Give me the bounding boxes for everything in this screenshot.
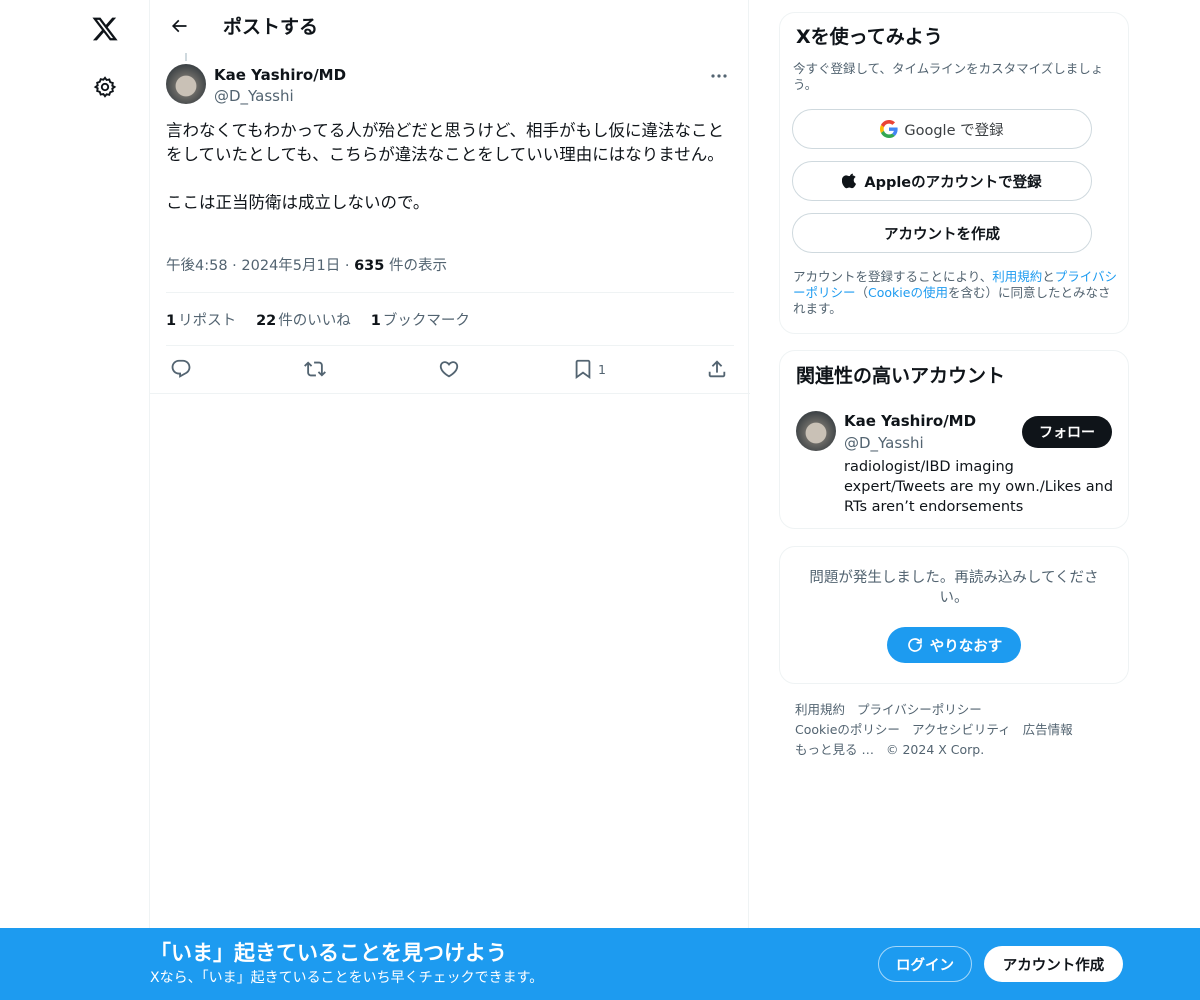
share-button[interactable] (706, 356, 728, 382)
retry-label: やりなおす (929, 638, 1003, 655)
legal-and: と (1042, 269, 1055, 284)
reply-button[interactable] (170, 356, 192, 382)
related-account-bio: radiologist/IBD imaging expert/Tweets ar… (844, 459, 1114, 515)
terms-link[interactable]: 利用規約 (992, 269, 1042, 284)
likes-count: 22 (256, 313, 277, 329)
meta-separator: · (340, 258, 355, 274)
thread-line (185, 53, 187, 61)
apple-signup-label: Appleのアカウントで登録 (864, 174, 1042, 191)
refresh-icon (907, 638, 922, 652)
page-title: ポストする (223, 16, 319, 38)
related-account-name[interactable]: Kae Yashiro/MD (844, 411, 976, 431)
arrow-left-icon (171, 19, 187, 33)
post-meta: 午後4:58 · 2024年5月1日 · 635 件の表示 (166, 256, 447, 276)
related-accounts-card: 関連性の高いアカウント Kae Yashiro/MD @D_Yasshi フォロ… (779, 350, 1129, 529)
bookmarks-count: 1 (370, 313, 381, 329)
reposts-count: 1 (166, 313, 177, 329)
author-name[interactable]: Kae Yashiro/MD (214, 65, 346, 85)
footer-links: 利用規約 プライバシーポリシー Cookieのポリシー アクセシビリティ 広告情報 も… (795, 700, 1115, 760)
avatar[interactable] (796, 411, 836, 451)
apple-icon (842, 173, 857, 189)
banner-subtitle: Xなら、「いま」起きていることをいち早くチェックできます。 (150, 970, 544, 986)
cookie-link[interactable]: Cookieの使用 (868, 285, 948, 300)
footer-accessibility-link[interactable]: アクセシビリティ (912, 722, 1011, 737)
banner-title: 「いま」起きていることを見つけよう (150, 941, 507, 965)
likes-stat[interactable]: 22 件のいいね (256, 309, 351, 329)
legal-prefix: アカウントを登録することにより、 (793, 269, 993, 284)
login-button[interactable]: ログイン (878, 946, 972, 982)
x-logo-icon[interactable] (84, 8, 126, 50)
author-handle[interactable]: @D_Yasshi (214, 86, 294, 106)
divider (166, 345, 734, 346)
repost-icon (304, 361, 326, 377)
signup-button[interactable]: アカウント作成 (984, 946, 1123, 982)
reply-icon (171, 359, 191, 378)
related-account-handle[interactable]: @D_Yasshi (844, 433, 924, 453)
signup-title: Xを使ってみよう (796, 26, 943, 48)
google-icon (880, 120, 898, 138)
footer-cookie-link[interactable]: Cookieのポリシー (795, 722, 900, 737)
post-stats: 1 リポスト 22 件のいいね 1 ブックマーク (166, 309, 470, 329)
repost-button[interactable] (304, 356, 326, 382)
views-label: 件の表示 (384, 258, 447, 274)
reposts-label: リポスト (178, 313, 237, 329)
meta-separator: · (227, 258, 242, 274)
share-icon (708, 360, 726, 378)
divider (166, 292, 734, 293)
back-button[interactable] (162, 9, 196, 43)
create-account-button[interactable]: アカウントを作成 (792, 213, 1092, 253)
error-card: 問題が発生しました。再読み込みしてください。 やりなおす (779, 546, 1129, 684)
post-date[interactable]: 2024年5月1日 (241, 258, 340, 274)
like-button[interactable] (438, 356, 460, 382)
left-nav (0, 0, 150, 1000)
related-title: 関連性の高いアカウント (796, 365, 1006, 387)
error-message: 問題が発生しました。再読み込みしてください。 (809, 570, 1099, 606)
bookmark-count: 1 (598, 361, 606, 377)
retry-button[interactable]: やりなおす (887, 627, 1021, 663)
bookmark-button[interactable]: 1 (572, 356, 606, 382)
signup-legal-text: アカウントを登録することにより、利用規約とプライバシーポリシー（Cookieの使… (793, 269, 1119, 317)
post-time[interactable]: 午後4:58 (166, 258, 228, 274)
footer-ads-link[interactable]: 広告情報 (1023, 722, 1073, 737)
footer-more-link[interactable]: もっと見る … (795, 742, 874, 757)
google-signup-label: Google で登録 (904, 122, 1004, 139)
apple-signup-button[interactable]: Appleのアカウントで登録 (792, 161, 1092, 201)
views-count: 635 (354, 258, 385, 274)
post-author: Kae Yashiro/MD @D_Yasshi (166, 64, 736, 108)
create-account-label: アカウントを作成 (884, 226, 1000, 243)
gear-icon[interactable] (84, 66, 126, 108)
follow-button[interactable]: フォロー (1022, 416, 1112, 448)
post-actions: 1 (166, 356, 734, 382)
footer-privacy-link[interactable]: プライバシーポリシー (857, 702, 982, 717)
footer-terms-link[interactable]: 利用規約 (795, 702, 845, 717)
avatar[interactable] (166, 64, 206, 104)
bookmarks-label: ブックマーク (382, 313, 470, 329)
heart-icon (439, 361, 459, 378)
google-signup-button[interactable]: Google で登録 (792, 109, 1092, 149)
reposts-stat[interactable]: 1 リポスト (166, 309, 236, 329)
footer-copyright: © 2024 X Corp. (885, 742, 985, 757)
divider (150, 393, 750, 394)
legal-paren: （ (855, 285, 869, 300)
more-button[interactable] (702, 64, 736, 88)
main-column: ポストする Kae Yashiro/MD @D_Yasshi 言わなくてもわかっ… (149, 0, 750, 1000)
post-text: 言わなくてもわかってる人が殆どだと思うけど、相手がもし仮に違法なことをしていたと… (166, 121, 725, 212)
likes-label: 件のいいね (278, 313, 351, 329)
bookmark-icon (575, 359, 591, 380)
signup-subtitle: 今すぐ登録して、タイムラインをカスタマイズしましょう。 (793, 61, 1104, 92)
more-icon (711, 74, 727, 78)
bookmarks-stat[interactable]: 1 ブックマーク (371, 309, 470, 329)
signup-card: Xを使ってみよう 今すぐ登録して、タイムラインをカスタマイズしましょう。 Goo… (779, 12, 1129, 334)
bottom-signup-banner: 「いま」起きていることを見つけよう Xなら、「いま」起きていることをいち早くチェ… (0, 928, 1200, 1000)
